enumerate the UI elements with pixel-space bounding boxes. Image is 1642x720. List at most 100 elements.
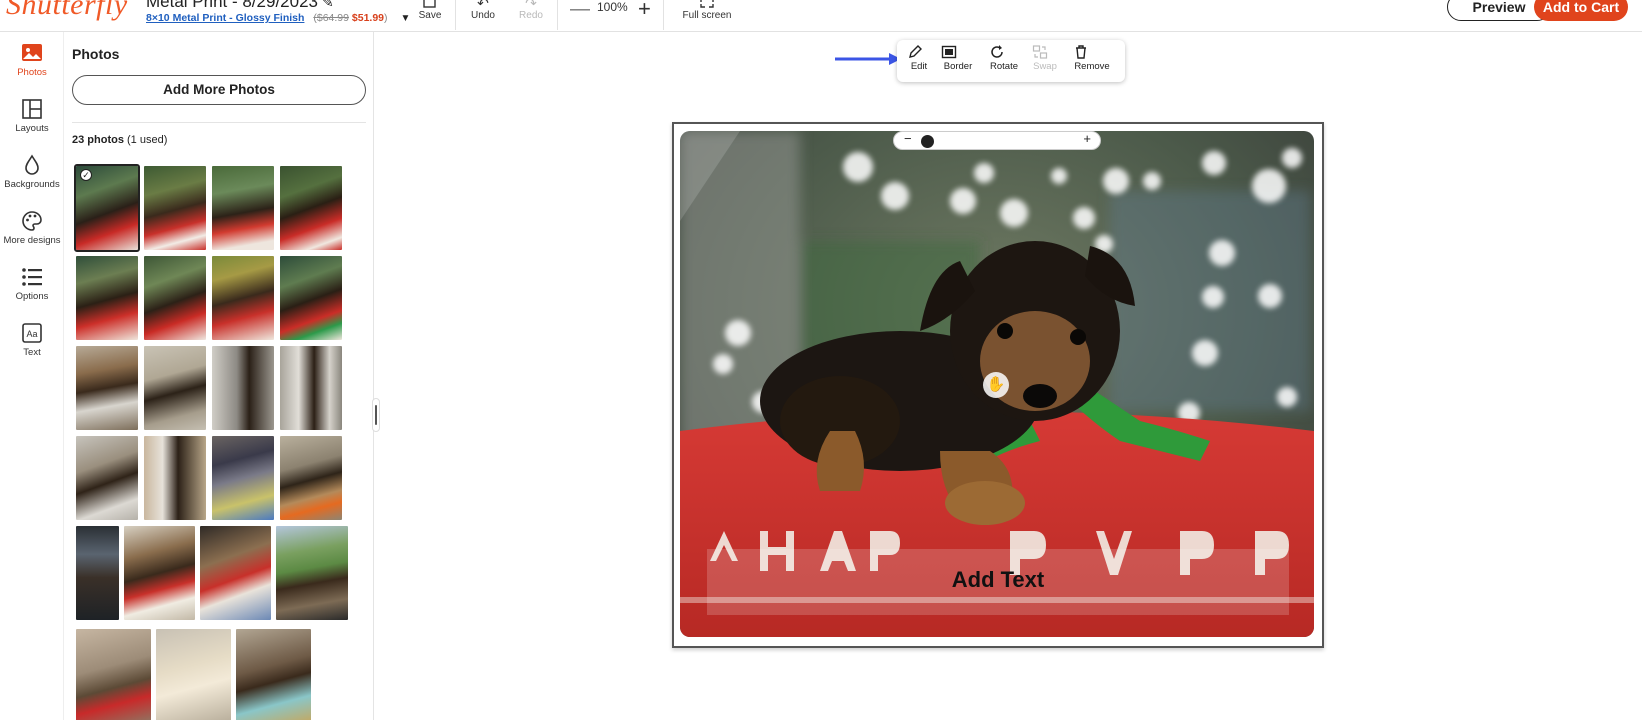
top-bar: Shutterfly Metal Print - 8/29/2023 ✎ 8×10… — [0, 0, 1642, 32]
rail-item-layouts[interactable]: Layouts — [0, 98, 64, 134]
zoom-in-button[interactable]: + — [638, 0, 651, 22]
add-to-cart-button[interactable]: Add to Cart — [1534, 0, 1628, 21]
zoom-out-button[interactable]: — — [570, 0, 590, 21]
rail-label-options: Options — [15, 291, 49, 302]
add-more-photos-button[interactable]: Add More Photos — [72, 75, 366, 105]
product-dropdown-icon[interactable]: ▼ — [400, 13, 410, 24]
rail-item-text[interactable]: Aa Text — [0, 322, 64, 358]
brand-logo[interactable]: Shutterfly — [6, 0, 128, 22]
photo-thumbnail[interactable]: ✓ — [74, 164, 140, 252]
palette-icon — [22, 211, 42, 231]
photo-thumbnail[interactable] — [212, 166, 274, 250]
photo-thumbnail[interactable] — [76, 436, 138, 520]
photo-thumbnail[interactable] — [280, 166, 342, 250]
photo-thumbnail[interactable] — [144, 256, 206, 340]
save-button[interactable]: Save — [415, 0, 445, 21]
redo-icon: ↷ — [525, 0, 537, 11]
redo-button[interactable]: ↷ Redo — [516, 0, 546, 21]
rotate-button[interactable]: Rotate — [989, 44, 1019, 72]
add-text-box[interactable]: Add Text — [707, 549, 1289, 615]
rotate-icon — [991, 45, 1003, 58]
panel-title: Photos — [72, 46, 120, 62]
check-icon: ✓ — [80, 169, 92, 181]
price-paren-open: ($64.99 — [313, 12, 349, 24]
photos-icon — [22, 44, 42, 61]
swap-icon — [1032, 45, 1048, 59]
fullscreen-label: Full screen — [682, 10, 732, 21]
project-title[interactable]: Metal Print - 8/29/2023 ✎ — [146, 0, 334, 12]
fullscreen-button[interactable]: Full screen — [677, 0, 737, 21]
undo-button[interactable]: ↶ Undo — [468, 0, 498, 21]
annotation-arrow-icon — [835, 53, 901, 65]
product-info: 8×10 Metal Print - Glossy Finish ($64.99… — [146, 12, 410, 24]
photo-thumbnail[interactable] — [236, 629, 311, 720]
rail-label-photos: Photos — [17, 67, 47, 78]
border-button[interactable]: Border — [941, 44, 975, 72]
photo-thumbnail[interactable] — [200, 526, 271, 620]
photo-thumbnail[interactable] — [280, 436, 342, 520]
rename-pencil-icon[interactable]: ✎ — [322, 0, 334, 10]
edit-button[interactable]: Edit — [907, 44, 931, 72]
photo-thumbnail[interactable] — [280, 256, 342, 340]
rail-label-layouts: Layouts — [15, 123, 49, 134]
photo-thumbnail[interactable] — [212, 256, 274, 340]
divider — [663, 0, 664, 30]
trash-icon — [1076, 45, 1086, 59]
rail-label-text: Text — [23, 347, 41, 358]
save-label: Save — [418, 10, 442, 21]
list-icon — [22, 268, 42, 286]
redo-label: Redo — [519, 10, 543, 21]
rail-label-more-designs: More designs — [3, 235, 61, 246]
photo-zoom-slider[interactable]: − + — [893, 131, 1101, 150]
photo-thumbnail[interactable] — [76, 346, 138, 430]
remove-button[interactable]: Remove — [1073, 44, 1111, 72]
text-icon: Aa — [22, 323, 42, 343]
photo-thumbnail[interactable] — [144, 436, 206, 520]
border-label: Border — [943, 61, 973, 72]
photo-zoom-in-button[interactable]: + — [1083, 131, 1091, 146]
layouts-icon — [22, 99, 42, 119]
undo-label: Undo — [471, 10, 495, 21]
photo-thumbnail[interactable] — [280, 346, 342, 430]
project-title-text: Metal Print - 8/29/2023 — [146, 0, 318, 11]
rail-item-backgrounds[interactable]: Backgrounds — [0, 154, 64, 190]
panel-resize-handle[interactable] — [372, 398, 380, 432]
undo-icon: ↶ — [477, 0, 489, 11]
divider — [72, 122, 366, 123]
rail-item-photos[interactable]: Photos — [0, 42, 64, 78]
save-icon — [415, 0, 445, 10]
drag-hand-icon[interactable]: ✋ — [983, 372, 1009, 398]
drop-icon — [25, 154, 39, 175]
svg-text:Aa: Aa — [26, 329, 37, 339]
rail-item-options[interactable]: Options — [0, 266, 64, 302]
photo-thumbnail[interactable] — [212, 346, 274, 430]
zoom-level: 100% — [597, 0, 628, 14]
add-text-label: Add Text — [951, 567, 1045, 592]
rail-label-backgrounds: Backgrounds — [4, 179, 60, 190]
photo-thumbnail[interactable] — [76, 526, 119, 620]
photo-count-used: (1 used) — [123, 134, 168, 146]
photo-zoom-out-button[interactable]: − — [904, 131, 912, 146]
fullscreen-icon — [677, 0, 737, 10]
photo-thumbnail[interactable] — [212, 436, 274, 520]
photo-thumbnail[interactable] — [76, 256, 138, 340]
photo-count-total: 23 photos — [72, 134, 124, 146]
rail-item-more-designs[interactable]: More designs — [0, 210, 64, 246]
photos-panel: Photos Add More Photos 23 photos (1 used… — [64, 32, 374, 720]
price-original: $64.99 — [316, 12, 349, 24]
left-rail: Photos Layouts Backgrounds More designs … — [0, 32, 64, 720]
photo-thumbnail[interactable] — [276, 526, 348, 620]
pencil-icon — [909, 45, 922, 58]
photo-thumbnail[interactable] — [156, 629, 231, 720]
photo-thumbnail[interactable] — [76, 629, 151, 720]
price-sale: $51.99 — [351, 12, 385, 24]
border-icon — [941, 45, 957, 59]
photo-thumbnail[interactable] — [144, 346, 206, 430]
swap-button[interactable]: Swap — [1032, 44, 1058, 72]
photo-thumbnail[interactable] — [144, 166, 206, 250]
product-link[interactable]: 8×10 Metal Print - Glossy Finish — [146, 12, 304, 24]
remove-label: Remove — [1074, 61, 1110, 72]
photo-zoom-knob[interactable] — [921, 135, 934, 148]
photo-thumbnail[interactable] — [124, 526, 195, 620]
rotate-label: Rotate — [990, 61, 1018, 72]
